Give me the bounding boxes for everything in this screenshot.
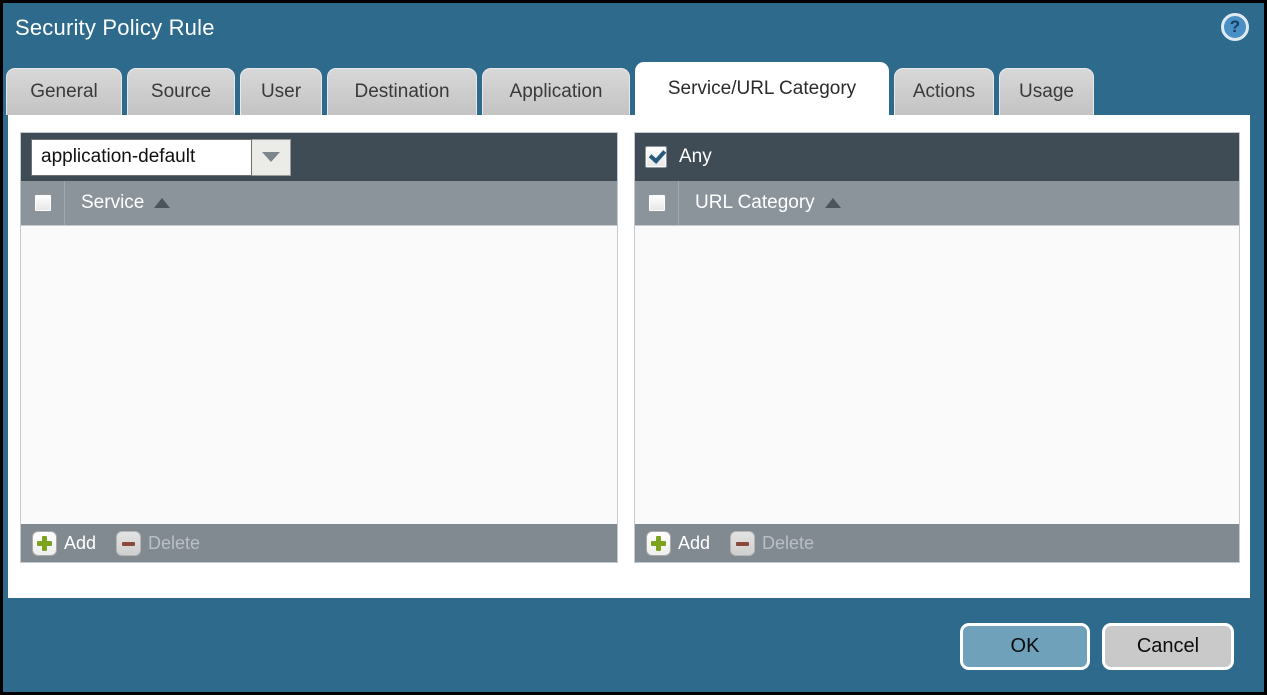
cancel-button[interactable]: Cancel [1102, 623, 1234, 670]
tab-application[interactable]: Application [482, 68, 630, 115]
url-category-list-empty[interactable] [635, 226, 1239, 524]
ok-button[interactable]: OK [960, 623, 1090, 670]
url-category-select-all-checkbox[interactable] [648, 194, 666, 212]
dropdown-button[interactable] [252, 139, 291, 176]
sort-ascending-icon [154, 198, 170, 208]
url-category-toolbar: Any [635, 133, 1239, 181]
tab-content-area: application-default Service Add [8, 115, 1250, 598]
url-category-delete-button[interactable]: Delete [730, 531, 814, 556]
service-column-header-row: Service [21, 181, 617, 226]
url-category-column-header[interactable]: URL Category [695, 192, 841, 214]
tab-destination[interactable]: Destination [327, 68, 477, 115]
service-column-label: Service [81, 192, 144, 214]
service-toolbar: application-default [21, 133, 617, 181]
plus-icon [32, 531, 57, 556]
minus-icon [116, 531, 141, 556]
tab-user[interactable]: User [240, 68, 322, 115]
tab-actions[interactable]: Actions [894, 68, 994, 115]
service-list-empty[interactable] [21, 226, 617, 524]
plus-icon [646, 531, 671, 556]
service-type-value[interactable]: application-default [31, 139, 252, 176]
any-label: Any [679, 146, 712, 168]
tab-general[interactable]: General [6, 68, 122, 115]
url-category-column-header-row: URL Category [635, 181, 1239, 226]
url-category-panel: Any URL Category Add Delete [634, 132, 1240, 563]
service-add-button[interactable]: Add [32, 531, 96, 556]
service-delete-label: Delete [148, 533, 200, 554]
sort-ascending-icon [825, 198, 841, 208]
chevron-down-icon [262, 152, 280, 162]
service-select-all-cell [21, 181, 65, 225]
url-category-add-button[interactable]: Add [646, 531, 710, 556]
tab-bar: General Source User Destination Applicat… [6, 62, 1094, 115]
service-add-label: Add [64, 533, 96, 554]
service-delete-button[interactable]: Delete [116, 531, 200, 556]
help-icon[interactable]: ? [1221, 13, 1249, 41]
url-category-select-all-cell [635, 181, 679, 225]
service-select-all-checkbox[interactable] [34, 194, 52, 212]
url-category-column-label: URL Category [695, 192, 815, 214]
url-category-add-label: Add [678, 533, 710, 554]
service-panel: application-default Service Add [20, 132, 618, 563]
service-column-header[interactable]: Service [81, 192, 170, 214]
tab-usage[interactable]: Usage [999, 68, 1094, 115]
url-category-delete-label: Delete [762, 533, 814, 554]
minus-icon [730, 531, 755, 556]
dialog-title: Security Policy Rule [15, 15, 215, 41]
service-type-dropdown[interactable]: application-default [31, 139, 291, 176]
url-category-footer: Add Delete [635, 524, 1239, 562]
tab-source[interactable]: Source [127, 68, 235, 115]
any-checkbox[interactable] [645, 146, 667, 168]
service-footer: Add Delete [21, 524, 617, 562]
tab-service-url-category[interactable]: Service/URL Category [635, 62, 889, 115]
